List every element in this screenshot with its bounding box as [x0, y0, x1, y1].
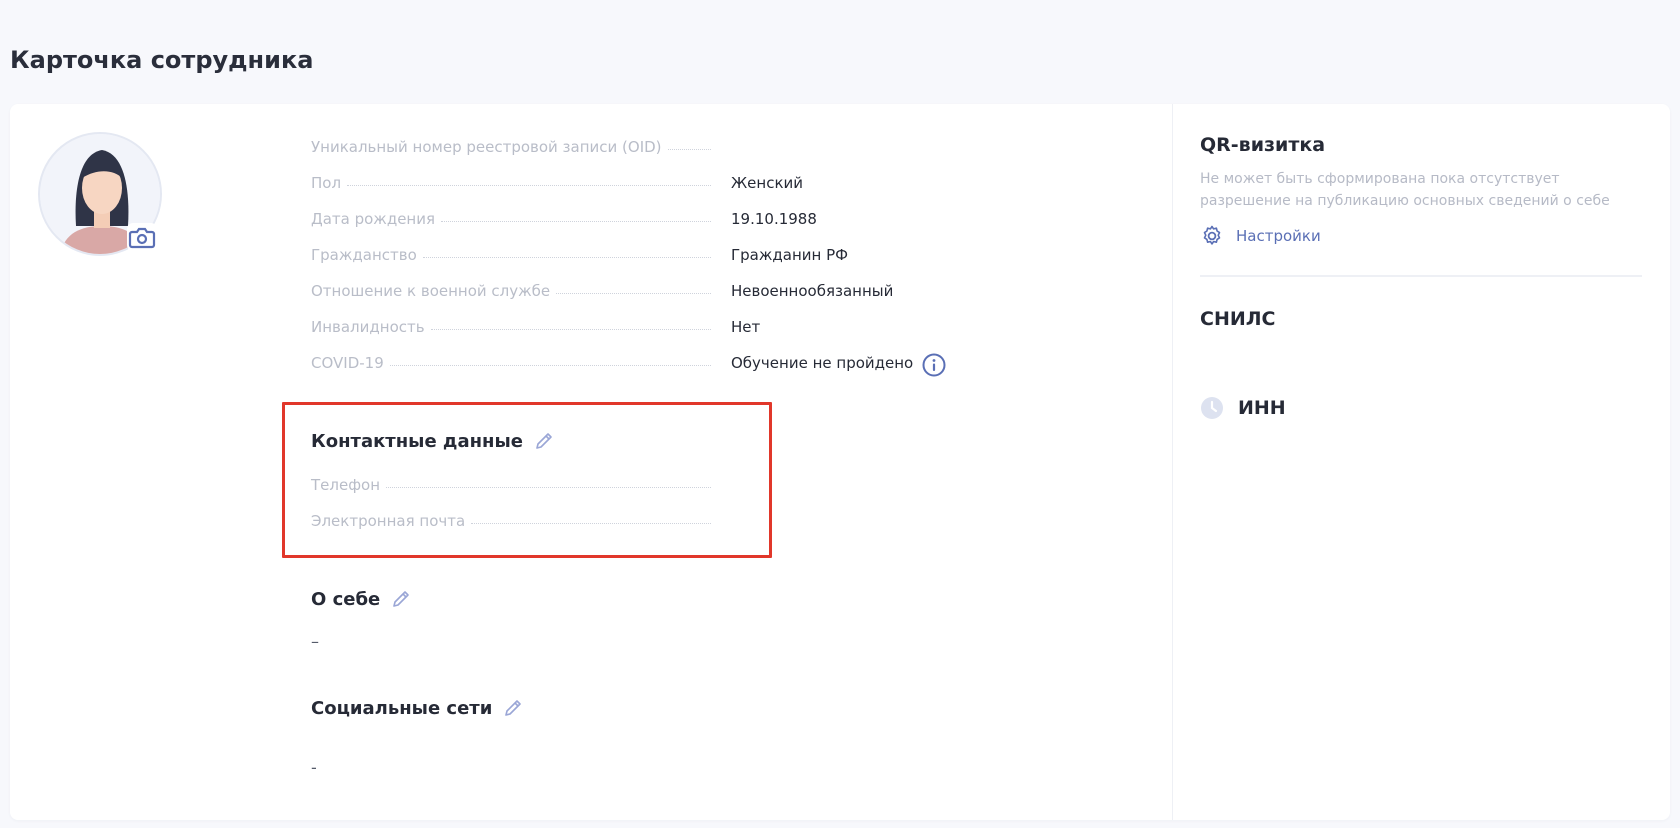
row-citizenship: Гражданство Гражданин РФ — [311, 242, 951, 278]
social-section-title: Социальные сети — [311, 697, 524, 719]
row-disability: Инвалидность Нет — [311, 314, 951, 350]
qr-description: Не может быть сформирована пока отсутств… — [1200, 171, 1610, 209]
email-label: Электронная почта — [311, 512, 466, 530]
inn-row: ИНН — [1200, 396, 1286, 420]
info-icon[interactable] — [921, 352, 947, 378]
inn-title: ИНН — [1238, 397, 1286, 419]
page-title: Карточка сотрудника — [10, 46, 314, 74]
about-section-title: О себе — [311, 588, 412, 610]
row-value: Гражданин РФ — [731, 246, 849, 264]
row-value: Обучение не пройдено — [731, 354, 914, 372]
contacts-title-text: Контактные данные — [311, 430, 523, 452]
row-covid: COVID-19 Обучение не пройдено — [311, 350, 951, 386]
qr-title: QR-визитка — [1200, 134, 1326, 156]
row-label: Уникальный номер реестровой записи (OID) — [311, 138, 662, 156]
pencil-icon[interactable] — [502, 697, 524, 719]
clock-icon — [1201, 397, 1223, 419]
phone-row: Телефон — [311, 476, 711, 506]
profile-rows: Уникальный номер реестровой записи (OID)… — [311, 134, 951, 386]
snils-title: СНИЛС — [1200, 308, 1276, 330]
pencil-icon[interactable] — [390, 588, 412, 610]
social-value: - — [311, 758, 317, 777]
row-value: Нет — [731, 318, 761, 336]
row-military: Отношение к военной службе Невоеннообяза… — [311, 278, 951, 314]
row-label: COVID-19 — [311, 354, 384, 372]
row-label: Дата рождения — [311, 210, 435, 228]
settings-link[interactable]: Настройки — [1200, 224, 1321, 248]
row-gender: Пол Женский — [311, 170, 951, 206]
phone-label: Телефон — [311, 476, 381, 494]
camera-icon[interactable] — [126, 222, 158, 252]
row-value: 19.10.1988 — [731, 210, 817, 228]
contacts-section-title: Контактные данные — [311, 430, 555, 452]
row-label: Гражданство — [311, 246, 417, 264]
sidebar-divider — [1200, 275, 1642, 277]
row-label: Инвалидность — [311, 318, 425, 336]
column-divider — [1172, 104, 1173, 820]
row-value: Невоеннообязанный — [731, 282, 894, 300]
pencil-icon[interactable] — [533, 430, 555, 452]
gear-icon — [1203, 225, 1221, 245]
about-title-text: О себе — [311, 588, 381, 610]
settings-label: Настройки — [1236, 227, 1321, 245]
row-label: Пол — [311, 174, 342, 192]
social-title-text: Социальные сети — [311, 697, 493, 719]
row-birthdate: Дата рождения 19.10.1988 — [311, 206, 951, 242]
about-value: – — [311, 632, 319, 651]
row-value: Женский — [731, 174, 803, 192]
email-row: Электронная почта — [311, 512, 711, 542]
row-oid: Уникальный номер реестровой записи (OID) — [311, 134, 951, 170]
row-label: Отношение к военной службе — [311, 282, 551, 300]
